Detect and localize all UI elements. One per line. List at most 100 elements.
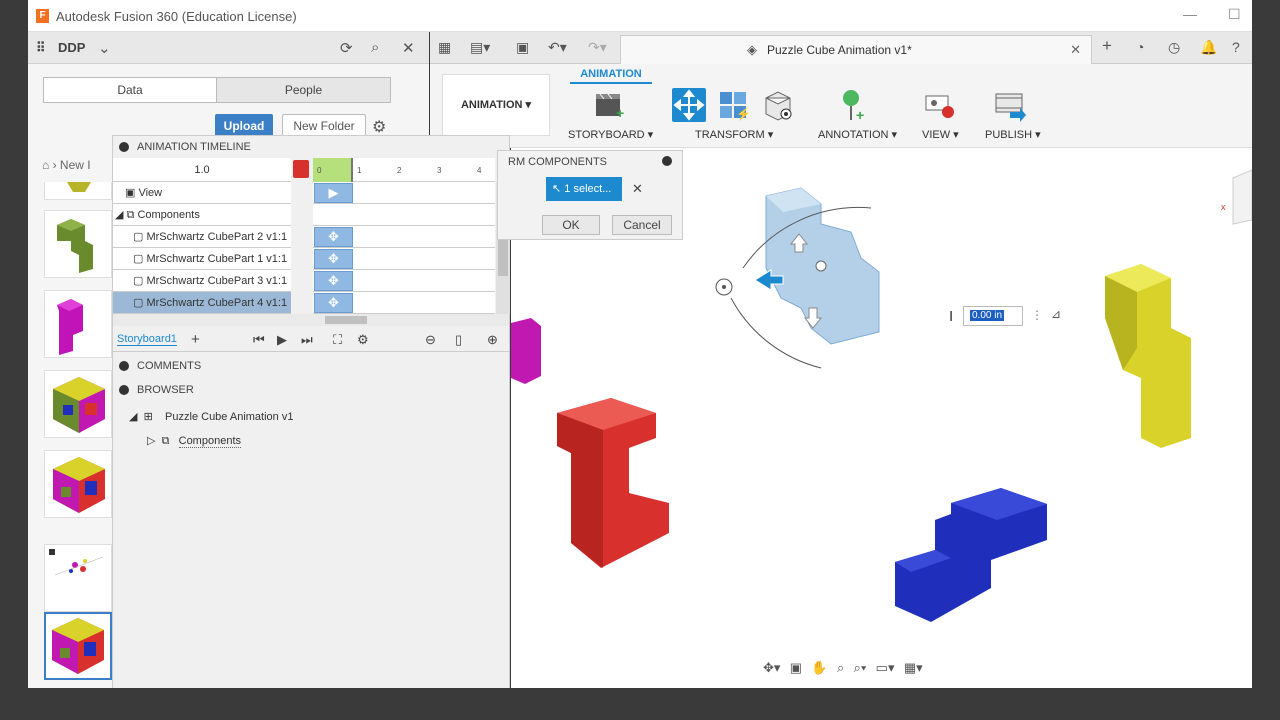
selection-chip[interactable]: ↖ 1 select... (546, 177, 622, 201)
tab-people[interactable]: People (216, 77, 391, 103)
gear-icon[interactable]: ⚙ (372, 117, 386, 137)
move-keyframe-icon[interactable]: ✥ (314, 249, 353, 269)
expand-icon[interactable]: ◢ (129, 411, 137, 423)
timeline-row-view[interactable]: ▣ View (113, 182, 291, 204)
add-storyboard-icon[interactable]: + (191, 331, 200, 348)
file-thumbnail[interactable] (44, 544, 112, 612)
viewcube[interactable]: x (1221, 169, 1253, 225)
save-icon[interactable]: ▣ (516, 39, 529, 56)
timeline-lane[interactable] (313, 204, 495, 226)
file-thumbnail-selected[interactable] (44, 612, 112, 680)
collapse-icon[interactable] (119, 385, 129, 395)
transform-components-icon[interactable] (672, 88, 706, 122)
collapse-icon[interactable] (119, 361, 129, 371)
refresh-icon[interactable]: ⟳ (340, 39, 353, 57)
blue-part[interactable] (895, 488, 1047, 622)
timeline-row-part[interactable]: ▢ MrSchwartz CubePart 3 v1:1 (113, 270, 291, 292)
browser-header[interactable]: BROWSER (113, 379, 509, 401)
redo-icon[interactable]: ↷▾ (588, 39, 607, 56)
red-part[interactable] (557, 398, 669, 568)
auto-explode-icon[interactable]: ⚡ (716, 88, 751, 122)
move-keyframe-icon[interactable]: ✥ (314, 293, 353, 313)
horizontal-scrollbar[interactable] (113, 314, 509, 326)
clear-selection-icon[interactable]: ✕ (632, 181, 643, 197)
timeline-row-part-selected[interactable]: ▢ MrSchwartz CubePart 4 v1:1 (113, 292, 291, 314)
view-group-label[interactable]: VIEW ▾ (922, 128, 959, 141)
apps-grid-icon[interactable]: ▦ (438, 39, 451, 56)
ok-button[interactable]: OK (542, 215, 600, 235)
undo-icon[interactable]: ↶▾ (548, 39, 567, 56)
cancel-button[interactable]: Cancel (612, 215, 672, 235)
file-thumbnail[interactable] (44, 290, 112, 358)
help-icon[interactable]: ? (1232, 39, 1240, 55)
chevron-down-icon[interactable]: ⌄ (98, 39, 111, 57)
file-thumbnail[interactable] (44, 182, 112, 200)
storyboard-icon[interactable]: + (592, 88, 626, 122)
collapse-icon[interactable] (662, 156, 672, 166)
workspace-switcher[interactable]: ANIMATION ▾ (442, 74, 550, 136)
timeline-lane[interactable]: ▶ (313, 182, 495, 204)
tab-data[interactable]: Data (43, 77, 217, 103)
play-icon[interactable]: ▶ (277, 332, 287, 348)
file-thumbnail[interactable] (44, 210, 112, 278)
fit-icon[interactable]: ⌕▾ (854, 660, 867, 676)
transform-group-label[interactable]: TRANSFORM ▾ (695, 128, 773, 141)
expand-icon[interactable]: ◢ (115, 209, 123, 221)
comments-header[interactable]: COMMENTS (113, 355, 509, 377)
document-tab[interactable]: ◈ Puzzle Cube Animation v1* ✕ (620, 35, 1092, 64)
fit-icon[interactable]: ▯ (455, 332, 462, 348)
notifications-icon[interactable]: 🔔 (1200, 39, 1217, 56)
extensions-icon[interactable]: ◔ (1136, 39, 1144, 55)
move-keyframe-icon[interactable]: ✥ (314, 227, 353, 247)
storyboard-tab[interactable]: Storyboard1 (117, 333, 177, 346)
timeline-row-part[interactable]: ▢ MrSchwartz CubePart 1 v1:1 (113, 248, 291, 270)
timeline-lane[interactable]: ✥ (313, 292, 495, 314)
search-icon[interactable]: ⌕ (371, 39, 379, 56)
skip-start-icon[interactable]: ⏮ (253, 332, 265, 348)
callout-icon[interactable]: + (836, 88, 870, 123)
playhead[interactable] (351, 158, 353, 182)
home-icon[interactable]: ⌂ (42, 158, 49, 172)
storyboard-group-label[interactable]: STORYBOARD ▾ (568, 128, 653, 141)
skip-end-icon[interactable]: ⏭ (301, 332, 313, 348)
annotation-group-label[interactable]: ANNOTATION ▾ (818, 128, 897, 141)
file-thumbnail[interactable] (44, 370, 112, 438)
minimize-button[interactable]: — (1183, 6, 1197, 22)
publish-video-icon[interactable] (992, 88, 1026, 122)
publish-group-label[interactable]: PUBLISH ▾ (985, 128, 1041, 141)
view-icon[interactable] (922, 88, 956, 122)
tab-animation[interactable]: ANIMATION (570, 68, 652, 84)
job-status-icon[interactable]: ◷ (1168, 39, 1180, 56)
more-icon[interactable]: ⋮ (1031, 308, 1043, 322)
move-keyframe-icon[interactable]: ✥ (314, 271, 353, 291)
browser-components[interactable]: ▷ ⧉ Components (147, 434, 241, 448)
time-ruler[interactable]: 0 1 2 3 4 (313, 158, 495, 182)
collapse-icon[interactable] (119, 142, 129, 152)
delete-icon[interactable] (293, 160, 309, 178)
axis-icon[interactable]: ⊿ (1051, 307, 1061, 321)
camera-keyframe-icon[interactable]: ▶ (314, 183, 353, 203)
distance-input[interactable]: 0.00 in (963, 306, 1023, 326)
magenta-part[interactable] (511, 318, 541, 384)
expand-icon[interactable]: ▷ (147, 435, 155, 447)
breadcrumb[interactable]: ⌂ › New I (42, 158, 91, 172)
new-tab-icon[interactable]: + (1102, 36, 1112, 56)
zoom-out-icon[interactable]: ⊖ (425, 332, 436, 348)
settings-icon[interactable]: ⚙ (357, 332, 369, 348)
file-icon[interactable]: ▤▾ (470, 39, 490, 56)
capture-icon[interactable]: ⛶ (333, 332, 342, 348)
timeline-lane[interactable]: ✥ (313, 270, 495, 292)
zoom-in-icon[interactable]: ⊕ (487, 332, 498, 348)
maximize-button[interactable]: ☐ (1228, 6, 1241, 23)
look-at-icon[interactable]: ▣ (790, 660, 802, 676)
display-settings-icon[interactable]: ▭▾ (876, 660, 895, 676)
file-thumbnail[interactable] (44, 450, 112, 518)
grid-icon[interactable]: ▦▾ (904, 660, 923, 676)
timeline-header[interactable]: ANIMATION TIMELINE (113, 136, 509, 158)
free-move-handle[interactable] (815, 260, 827, 272)
close-tab-icon[interactable]: ✕ (1070, 42, 1081, 58)
pan-icon[interactable]: ✋ (811, 660, 827, 676)
yellow-part[interactable] (1105, 264, 1191, 448)
scrollbar-thumb[interactable] (325, 316, 367, 324)
restore-home-icon[interactable] (760, 88, 794, 122)
